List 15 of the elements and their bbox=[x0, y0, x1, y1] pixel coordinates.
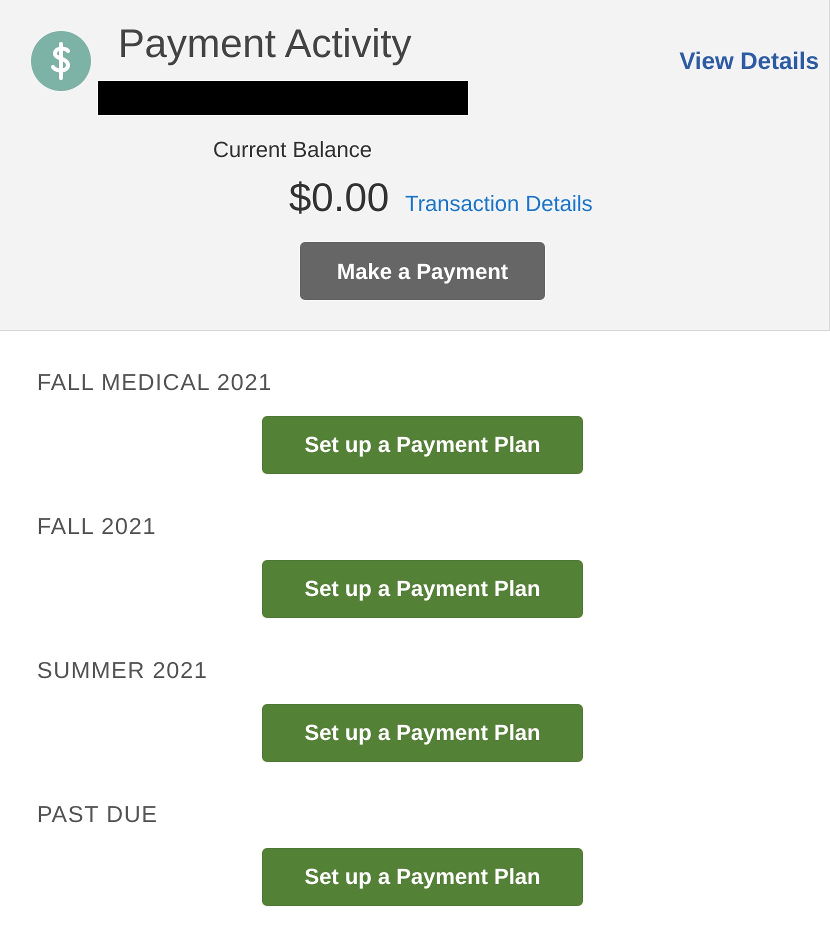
section-title: PAST DUE bbox=[37, 800, 159, 829]
payment-plan-button[interactable]: Set up a Payment Plan bbox=[262, 848, 583, 906]
view-details-link[interactable]: View Details bbox=[679, 44, 819, 80]
dollar-icon bbox=[30, 30, 92, 92]
page-title: Payment Activity bbox=[118, 24, 412, 64]
section-title: FALL 2021 bbox=[37, 512, 158, 541]
transaction-details-link[interactable]: Transaction Details bbox=[405, 187, 593, 220]
balance-label: Current Balance bbox=[213, 136, 372, 164]
payment-plan-button[interactable]: Set up a Payment Plan bbox=[262, 704, 583, 762]
section-title: FALL MEDICAL 2021 bbox=[37, 368, 274, 397]
balance-amount: $0.00 bbox=[289, 175, 390, 222]
section-title: SUMMER 2021 bbox=[37, 656, 209, 685]
payment-plan-button[interactable]: Set up a Payment Plan bbox=[262, 416, 583, 474]
payment-plan-button[interactable]: Set up a Payment Plan bbox=[262, 560, 583, 618]
make-payment-button[interactable]: Make a Payment bbox=[300, 242, 545, 300]
